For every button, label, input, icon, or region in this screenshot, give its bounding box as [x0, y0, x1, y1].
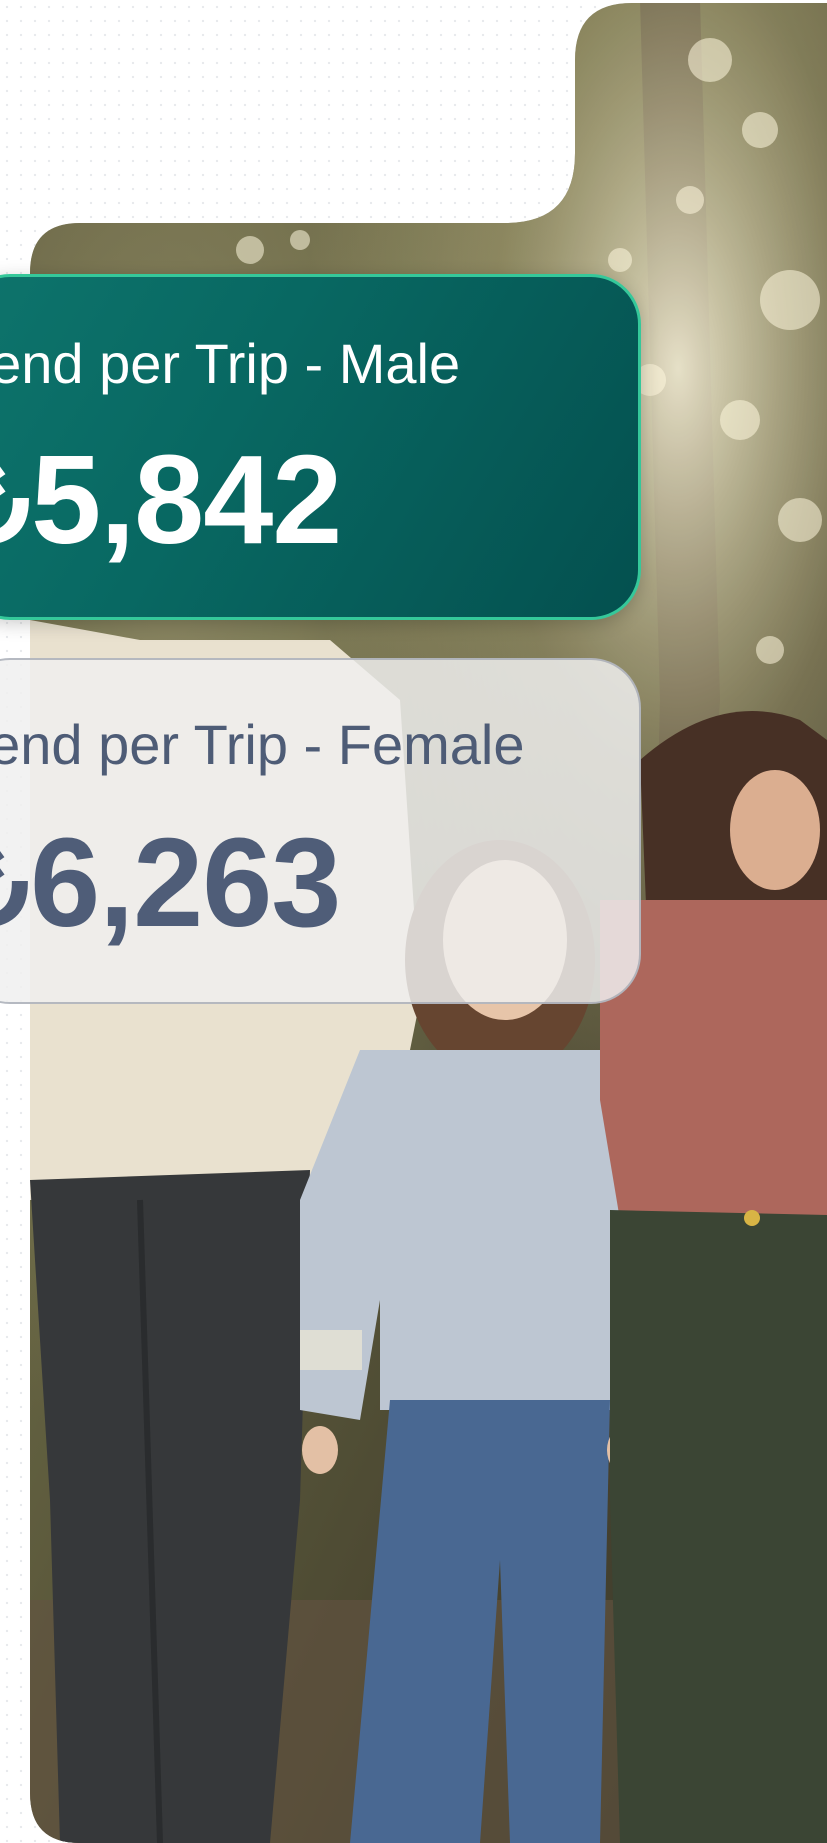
- spend-female-value: 6,263: [30, 812, 341, 953]
- lira-currency-icon: ₺: [0, 816, 29, 954]
- spend-male-card: pend per Trip - Male ₺5,842: [0, 274, 641, 620]
- spend-female-amount: ₺6,263: [0, 810, 341, 955]
- spend-male-label: pend per Trip - Male: [0, 332, 461, 395]
- spend-male-amount: ₺5,842: [0, 427, 342, 572]
- lira-currency-icon: ₺: [0, 433, 30, 571]
- spend-female-label: pend per Trip - Female: [0, 713, 525, 776]
- spend-female-card: pend per Trip - Female ₺6,263: [0, 658, 641, 1004]
- spend-male-value: 5,842: [31, 429, 342, 570]
